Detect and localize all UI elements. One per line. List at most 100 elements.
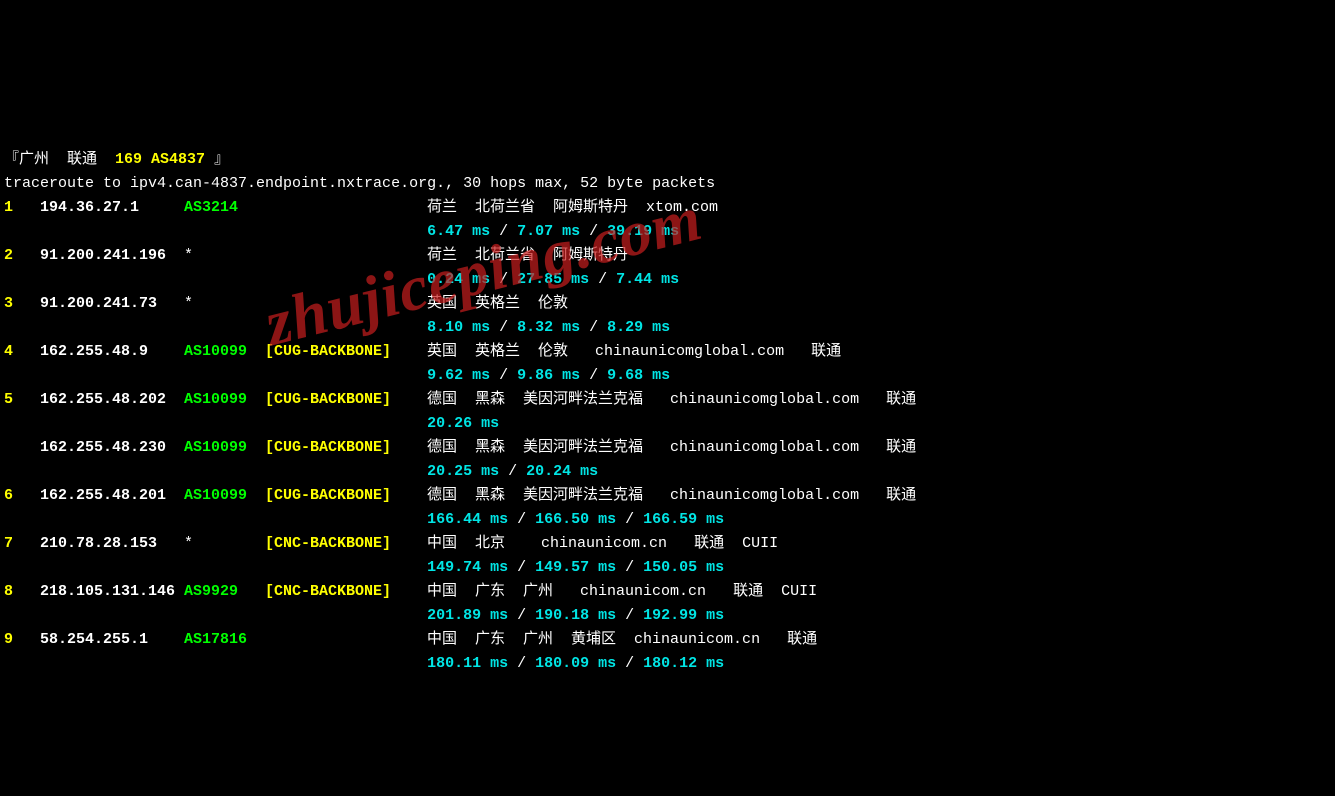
hop-number: 8: [4, 580, 40, 604]
hop-ip: 162.255.48.9: [40, 340, 184, 364]
hop-location: 德国 黑森 美因河畔法兰克福 chinaunicomglobal.com 联通: [427, 436, 916, 460]
hop-asn: AS9929: [184, 580, 265, 604]
latency-sep: /: [580, 364, 607, 388]
latency-value: 8.32 ms: [517, 316, 580, 340]
hop-backbone: [CUG-BACKBONE]: [265, 340, 427, 364]
hop-latency-row: 201.89 ms / 190.18 ms / 192.99 ms: [4, 604, 1331, 628]
latency-sep: /: [616, 604, 643, 628]
latency-value: 192.99 ms: [643, 604, 724, 628]
latency-value: 9.86 ms: [517, 364, 580, 388]
latency-sep: /: [580, 220, 607, 244]
latency-value: 166.44 ms: [427, 508, 508, 532]
hop-asn: AS10099: [184, 484, 265, 508]
latency-value: 166.59 ms: [643, 508, 724, 532]
hop-row: 291.200.241.196*荷兰 北荷兰省 阿姆斯特丹: [4, 244, 1331, 268]
hop-location: 英国 英格兰 伦敦 chinaunicomglobal.com 联通: [427, 340, 841, 364]
latency-sep: /: [490, 316, 517, 340]
indent: [4, 364, 427, 388]
indent: [4, 508, 427, 532]
indent: [4, 604, 427, 628]
indent: [4, 556, 427, 580]
header-bracket-open: 『: [4, 148, 19, 172]
hop-asn: AS17816: [184, 628, 265, 652]
latency-sep: /: [616, 508, 643, 532]
hop-location: 德国 黑森 美因河畔法兰克福 chinaunicomglobal.com 联通: [427, 388, 916, 412]
latency-value: 201.89 ms: [427, 604, 508, 628]
hop-ip: 194.36.27.1: [40, 196, 184, 220]
hop-asn: AS3214: [184, 196, 265, 220]
indent: [4, 220, 427, 244]
header-isp: 联通: [67, 148, 115, 172]
latency-value: 27.85 ms: [517, 268, 589, 292]
header-asn: 169 AS4837: [115, 148, 214, 172]
indent: [4, 460, 427, 484]
latency-value: 39.19 ms: [607, 220, 679, 244]
hop-row: 1194.36.27.1AS3214 荷兰 北荷兰省 阿姆斯特丹 xtom.com: [4, 196, 1331, 220]
latency-value: 20.26 ms: [427, 412, 499, 436]
latency-value: 166.50 ms: [535, 508, 616, 532]
hop-number: 2: [4, 244, 40, 268]
hop-latency-row: 166.44 ms / 166.50 ms / 166.59 ms: [4, 508, 1331, 532]
latency-sep: /: [490, 268, 517, 292]
latency-value: 20.24 ms: [526, 460, 598, 484]
hop-location: 中国 广东 广州 chinaunicom.cn 联通 CUII: [427, 580, 817, 604]
hop-ip: 91.200.241.196: [40, 244, 184, 268]
latency-sep: /: [508, 508, 535, 532]
trace-header: 『广州 联通 169 AS4837 』: [4, 148, 1331, 172]
hop-latency-row: 180.11 ms / 180.09 ms / 180.12 ms: [4, 652, 1331, 676]
hop-backbone: [CNC-BACKBONE]: [265, 580, 427, 604]
latency-sep: /: [508, 652, 535, 676]
hop-ip: 162.255.48.202: [40, 388, 184, 412]
latency-value: 180.09 ms: [535, 652, 616, 676]
command-text: traceroute to ipv4.can-4837.endpoint.nxt…: [4, 172, 715, 196]
hop-row: 4162.255.48.9AS10099[CUG-BACKBONE]英国 英格兰…: [4, 340, 1331, 364]
hop-latency-row: 0.24 ms / 27.85 ms / 7.44 ms: [4, 268, 1331, 292]
hop-backbone: [CUG-BACKBONE]: [265, 484, 427, 508]
hop-latency-row: 6.47 ms / 7.07 ms / 39.19 ms: [4, 220, 1331, 244]
latency-sep: /: [490, 220, 517, 244]
hop-row: 7210.78.28.153*[CNC-BACKBONE]中国 北京 china…: [4, 532, 1331, 556]
hop-number: 7: [4, 532, 40, 556]
latency-value: 9.62 ms: [427, 364, 490, 388]
hop-asn: AS10099: [184, 340, 265, 364]
hop-location: 中国 广东 广州 黄埔区 chinaunicom.cn 联通: [427, 628, 817, 652]
indent: [4, 316, 427, 340]
hop-number: 6: [4, 484, 40, 508]
hop-location: 荷兰 北荷兰省 阿姆斯特丹 xtom.com: [427, 196, 718, 220]
latency-value: 180.12 ms: [643, 652, 724, 676]
trace-command: traceroute to ipv4.can-4837.endpoint.nxt…: [4, 172, 1331, 196]
hop-ip: 91.200.241.73: [40, 292, 184, 316]
latency-sep: /: [616, 556, 643, 580]
latency-sep: /: [508, 604, 535, 628]
latency-value: 149.57 ms: [535, 556, 616, 580]
latency-sep: /: [490, 364, 517, 388]
hop-number: 3: [4, 292, 40, 316]
latency-sep: /: [580, 316, 607, 340]
hop-number: 4: [4, 340, 40, 364]
hop-row: 5162.255.48.202AS10099[CUG-BACKBONE]德国 黑…: [4, 388, 1331, 412]
hop-row: 958.254.255.1AS17816 中国 广东 广州 黄埔区 chinaun…: [4, 628, 1331, 652]
hop-asn: AS10099: [184, 388, 265, 412]
hop-asn: *: [184, 244, 265, 268]
latency-sep: /: [616, 652, 643, 676]
latency-sep: /: [499, 460, 526, 484]
hop-location: 德国 黑森 美因河畔法兰克福 chinaunicomglobal.com 联通: [427, 484, 916, 508]
hop-number: 9: [4, 628, 40, 652]
header-bracket-close: 』: [214, 148, 229, 172]
hop-location: 英国 英格兰 伦敦: [427, 292, 568, 316]
latency-value: 8.10 ms: [427, 316, 490, 340]
hop-row: 6162.255.48.201AS10099[CUG-BACKBONE]德国 黑…: [4, 484, 1331, 508]
hop-ip: 210.78.28.153: [40, 532, 184, 556]
hop-ip: 58.254.255.1: [40, 628, 184, 652]
hop-location: 中国 北京 chinaunicom.cn 联通 CUII: [427, 532, 778, 556]
hop-row: 391.200.241.73*英国 英格兰 伦敦: [4, 292, 1331, 316]
hop-number: 1: [4, 196, 40, 220]
hop-backbone: [CUG-BACKBONE]: [265, 388, 427, 412]
latency-value: 20.25 ms: [427, 460, 499, 484]
latency-value: 0.24 ms: [427, 268, 490, 292]
hop-backbone: [CNC-BACKBONE]: [265, 532, 427, 556]
latency-value: 190.18 ms: [535, 604, 616, 628]
latency-value: 150.05 ms: [643, 556, 724, 580]
hop-ip: 162.255.48.201: [40, 484, 184, 508]
hop-row: 162.255.48.230AS10099[CUG-BACKBONE]德国 黑森…: [4, 436, 1331, 460]
